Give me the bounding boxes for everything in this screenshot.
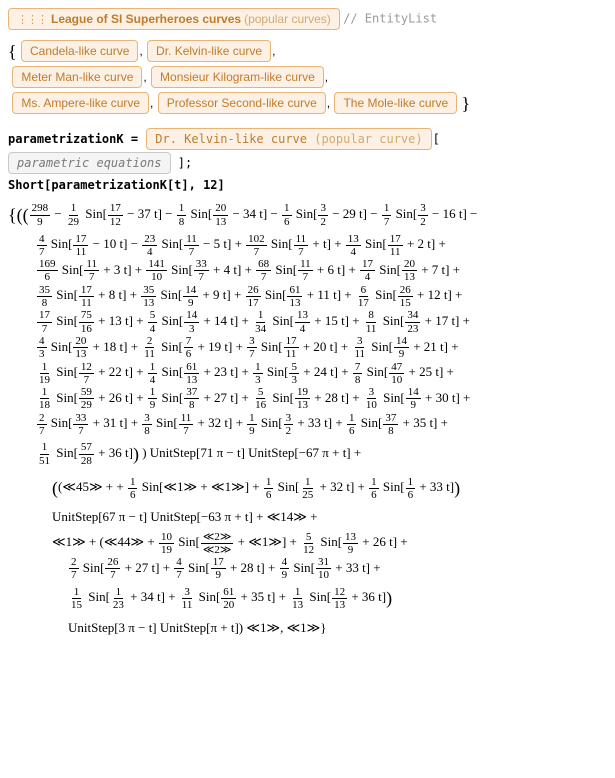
- entity-list-comment: // EntityList: [343, 12, 437, 26]
- entity-class-pill[interactable]: ⋮⋮⋮ League of SI Superheroes curves (pop…: [8, 8, 340, 30]
- entity-ampere[interactable]: Ms. Ampere-like curve: [12, 92, 149, 114]
- entity-mole[interactable]: The Mole-like curve: [334, 92, 457, 114]
- entity-class-sub: (popular curves): [244, 12, 331, 26]
- assign-entity[interactable]: Dr. Kelvin-like curve (popular curve): [146, 128, 431, 150]
- prop-parametric[interactable]: parametric equations: [8, 152, 171, 174]
- entity-candela[interactable]: Candela-like curve: [21, 40, 138, 62]
- entity-list: { Candela-like curve, Dr. Kelvin-like cu…: [8, 38, 607, 116]
- class-icon: ⋮⋮⋮: [17, 13, 47, 26]
- assign-lhs: parametrizationK =: [8, 132, 138, 146]
- brace-open: {: [8, 41, 17, 61]
- assign-entity-sub: (popular curve): [314, 132, 422, 146]
- assign-entity-name: Dr. Kelvin-like curve: [155, 132, 307, 146]
- math-output: {((2989 − 129 Sin[1712 − 37 t] − 18 Sin[…: [8, 198, 607, 640]
- entity-meterman[interactable]: Meter Man-like curve: [12, 66, 142, 88]
- assign-tail: ;: [185, 156, 192, 170]
- entity-class-name: League of SI Superheroes curves: [51, 12, 241, 26]
- short-call: Short[parametrizationK[t], 12]: [8, 178, 607, 192]
- brace-close: }: [462, 93, 471, 113]
- entity-second[interactable]: Professor Second-like curve: [158, 92, 326, 114]
- assignment-line: parametrizationK = Dr. Kelvin-like curve…: [8, 126, 607, 174]
- entity-kelvin[interactable]: Dr. Kelvin-like curve: [147, 40, 271, 62]
- entity-kilogram[interactable]: Monsieur Kilogram-like curve: [151, 66, 324, 88]
